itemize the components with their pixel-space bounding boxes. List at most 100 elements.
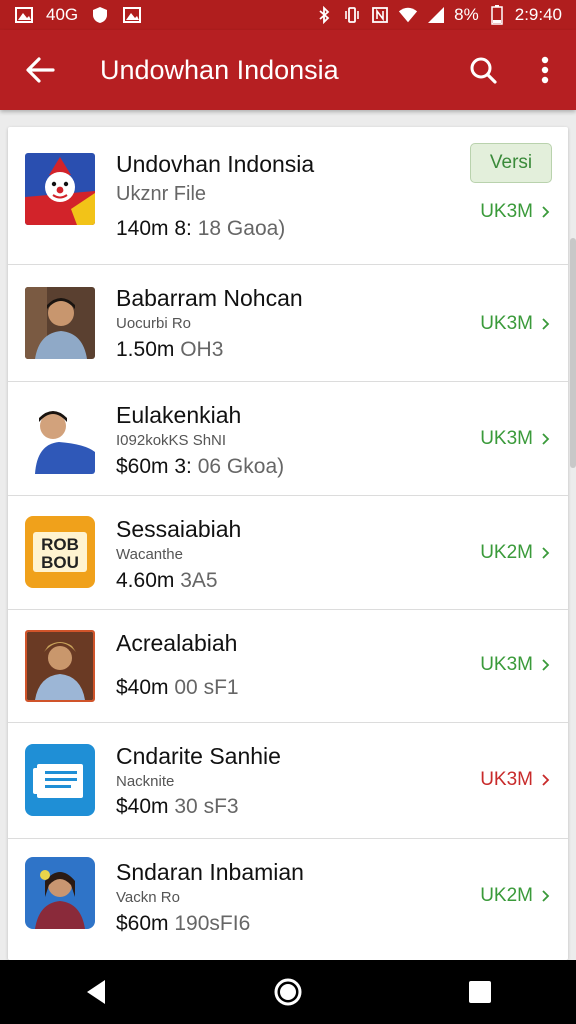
list-item[interactable]: Sndaran Inbamian Vackn Ro $60m 190sFI6 U… <box>8 839 568 960</box>
item-size-label: UK2M <box>480 885 533 906</box>
item-subtitle: Nacknite <box>116 773 175 790</box>
nfc-icon <box>370 5 390 25</box>
item-meta: 140m 8: 18 Gaoa) <box>116 217 285 241</box>
svg-text:BOU: BOU <box>41 553 79 572</box>
item-size-label: UK3M <box>480 769 533 790</box>
scrollbar[interactable] <box>570 238 576 468</box>
person-photo <box>25 402 95 474</box>
battery-percent: 8% <box>454 5 479 24</box>
person-photo <box>25 630 95 702</box>
item-meta: 1.50m OH3 <box>116 338 223 362</box>
battery-icon <box>487 5 507 25</box>
item-name: Sndaran Inbamian <box>116 859 304 885</box>
item-name: Cndarite Sanhie <box>116 743 281 769</box>
svg-text:ROB: ROB <box>41 535 79 554</box>
system-nav-bar <box>0 960 576 1024</box>
bluetooth-icon <box>314 5 334 25</box>
item-meta-primary: 1.50m <box>116 338 175 361</box>
item-size-label: UK3M <box>480 201 533 222</box>
item-size: UK3M <box>480 201 550 223</box>
item-name: Sessaiabiah <box>116 516 242 542</box>
item-name: Acrealabiah <box>116 630 238 656</box>
item-meta-secondary: 190sFI6 <box>174 912 251 935</box>
chevron-right-icon <box>542 206 550 218</box>
circle-home-icon <box>274 978 302 1006</box>
chevron-right-icon <box>542 433 550 445</box>
chevron-right-icon <box>542 774 550 786</box>
network-label: 40G <box>46 5 79 24</box>
item-size-label: UK3M <box>480 654 533 675</box>
item-meta-secondary: 00 sF1 <box>174 676 239 699</box>
item-size: UK3M <box>480 428 550 450</box>
nav-recents-button[interactable] <box>440 962 520 1022</box>
item-meta-primary: $40m <box>116 795 169 818</box>
item-size: UK3M <box>480 313 550 335</box>
item-subtitle: Wacanthe <box>116 546 183 563</box>
status-bar: 40G 8% 2:9:40 <box>0 0 576 30</box>
clock: 2:9:40 <box>514 5 562 24</box>
item-meta-primary: $40m <box>116 676 169 699</box>
list-item[interactable]: ROB BOU Sessaiabiah Wacanthe 4.60m 3A5 U… <box>8 496 568 610</box>
item-size: UK2M <box>480 542 550 564</box>
nav-back-button[interactable] <box>56 962 136 1022</box>
clown-icon <box>25 153 95 225</box>
version-badge[interactable]: Versi <box>470 143 552 183</box>
list-item[interactable]: Acrealabiah $40m 00 sF1 UK3M <box>8 610 568 723</box>
back-button[interactable] <box>0 30 80 110</box>
item-size-label: UK2M <box>480 542 533 563</box>
item-name: Undovhan Indonsia <box>116 151 315 177</box>
chevron-right-icon <box>542 659 550 671</box>
item-meta-secondary: 18 Gaoa) <box>197 217 286 240</box>
item-meta: $60m 3: 06 Gkoa) <box>116 455 284 479</box>
list-item[interactable]: Cndarite Sanhie Nacknite $40m 30 sF3 UK3… <box>8 723 568 839</box>
item-size-label: UK3M <box>480 428 533 449</box>
file-list: Undovhan Indonsia Ukznr File 140m 8: 18 … <box>8 127 568 960</box>
list-item[interactable]: Eulakenkiah I092kokKS ShNI $60m 3: 06 Gk… <box>8 382 568 496</box>
item-name: Babarram Nohcan <box>116 285 303 311</box>
person-photo <box>25 857 95 929</box>
item-size-label: UK3M <box>480 313 533 334</box>
item-meta: $60m 190sFI6 <box>116 912 250 936</box>
item-meta-secondary: 30 sF3 <box>174 795 239 818</box>
person-photo <box>25 287 95 359</box>
nav-home-button[interactable] <box>248 962 328 1022</box>
item-subtitle: Uocurbi Ro <box>116 315 192 332</box>
item-meta-primary: $60m 3: <box>116 455 192 478</box>
item-subtitle: Ukznr File <box>116 183 207 205</box>
overflow-menu-button[interactable] <box>514 30 576 110</box>
arrow-back-icon <box>26 57 55 83</box>
item-name: Eulakenkiah <box>116 402 242 428</box>
item-size: UK2M <box>480 885 550 907</box>
item-subtitle: I092kokKS ShNI <box>116 432 227 449</box>
item-size: UK3M <box>480 769 550 791</box>
item-meta-primary: 4.60m <box>116 569 175 592</box>
list-item[interactable]: Babarram Nohcan Uocurbi Ro 1.50m OH3 UK3… <box>8 265 568 382</box>
item-meta: $40m 00 sF1 <box>116 676 239 700</box>
item-subtitle: Vackn Ro <box>116 889 180 906</box>
item-meta-secondary: OH3 <box>180 338 224 361</box>
bou-logo: ROB BOU <box>25 516 95 588</box>
image-notification-icon <box>14 5 34 25</box>
item-size: UK3M <box>480 654 550 676</box>
item-meta-primary: $60m <box>116 912 169 935</box>
page-title: Undowhan Indonsia <box>100 54 339 85</box>
chevron-right-icon <box>542 318 550 330</box>
more-vert-icon <box>541 56 549 84</box>
item-meta: 4.60m 3A5 <box>116 569 218 593</box>
item-meta: $40m 30 sF3 <box>116 795 239 819</box>
app-bar: Undowhan Indonsia <box>0 30 576 110</box>
wifi-icon <box>398 5 418 25</box>
chevron-right-icon <box>542 547 550 559</box>
document-icon <box>25 744 95 816</box>
signal-icon <box>426 5 446 25</box>
list-item[interactable]: Undovhan Indonsia Ukznr File 140m 8: 18 … <box>8 127 568 265</box>
search-button[interactable] <box>452 30 514 110</box>
square-recents-icon <box>469 981 491 1003</box>
item-meta-primary: 140m 8: <box>116 217 192 240</box>
search-icon <box>470 57 497 84</box>
shield-icon <box>90 5 110 25</box>
vibrate-icon <box>342 5 362 25</box>
triangle-back-icon <box>87 980 105 1004</box>
image-notification-icon <box>122 5 142 25</box>
item-meta-secondary: 3A5 <box>180 569 218 592</box>
